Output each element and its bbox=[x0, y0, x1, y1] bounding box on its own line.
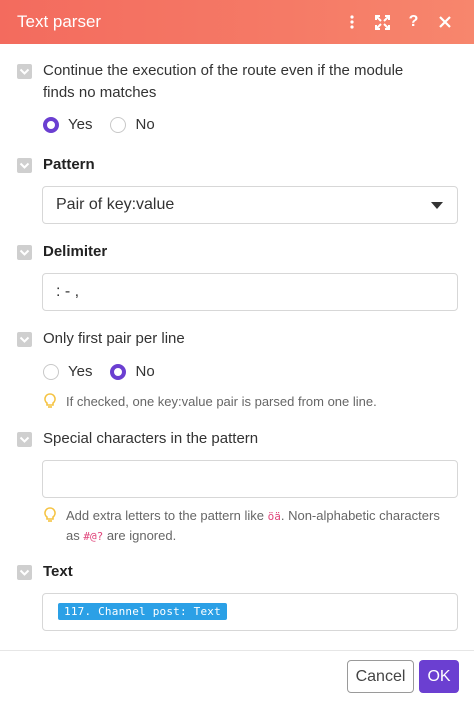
help-icon[interactable]: ? bbox=[398, 7, 429, 37]
first-pair-hint-text: If checked, one key:value pair is parsed… bbox=[66, 394, 377, 409]
pattern-section-toggle[interactable] bbox=[17, 158, 32, 173]
more-vertical-icon[interactable] bbox=[336, 7, 367, 37]
continue-yes-radio[interactable] bbox=[43, 116, 59, 133]
ok-button[interactable]: OK bbox=[419, 660, 459, 693]
continue-section-toggle[interactable] bbox=[17, 64, 32, 79]
expand-icon[interactable] bbox=[367, 7, 398, 37]
special-chars-input[interactable] bbox=[42, 460, 458, 498]
delimiter-input[interactable]: : - , bbox=[42, 273, 458, 311]
first-pair-radio-group: Yes No bbox=[43, 363, 173, 380]
first-pair-yes-label[interactable]: Yes bbox=[68, 363, 92, 380]
lightbulb-icon bbox=[44, 393, 56, 414]
first-pair-no-radio[interactable] bbox=[110, 363, 127, 380]
module-title: Text parser bbox=[17, 12, 102, 31]
first-pair-section-toggle[interactable] bbox=[17, 332, 32, 347]
cancel-button[interactable]: Cancel bbox=[347, 660, 414, 693]
continue-yes-label[interactable]: Yes bbox=[68, 116, 92, 133]
module-header: Text parser ? bbox=[0, 0, 474, 44]
first-pair-yes-radio[interactable] bbox=[43, 363, 59, 380]
mapped-variable-pill[interactable]: 117. Channel post: Text bbox=[58, 603, 227, 620]
text-input[interactable]: 117. Channel post: Text bbox=[42, 593, 458, 631]
lightbulb-icon bbox=[44, 507, 56, 528]
continue-radio-group: Yes No bbox=[43, 116, 173, 133]
continue-label: Continue the execution of the route even… bbox=[43, 62, 404, 101]
delimiter-section-toggle[interactable] bbox=[17, 245, 32, 260]
continue-no-label[interactable]: No bbox=[135, 116, 154, 133]
special-chars-section-toggle[interactable] bbox=[17, 432, 32, 447]
pattern-label: Pattern bbox=[43, 156, 95, 173]
special-chars-hint-text: Add extra letters to the pattern like öä… bbox=[66, 508, 440, 543]
delimiter-input-value: : - , bbox=[56, 283, 80, 300]
first-pair-label: Only first pair per line bbox=[43, 330, 185, 347]
close-icon[interactable] bbox=[429, 7, 460, 37]
delimiter-label: Delimiter bbox=[43, 243, 108, 260]
continue-no-radio[interactable] bbox=[110, 116, 127, 133]
special-chars-label: Special characters in the pattern bbox=[43, 430, 259, 447]
pattern-select[interactable]: Pair of key:value bbox=[42, 186, 458, 224]
header-actions: ? bbox=[336, 0, 460, 44]
text-section-toggle[interactable] bbox=[17, 565, 32, 580]
pattern-select-value: Pair of key:value bbox=[56, 196, 175, 213]
caret-down-icon bbox=[431, 202, 443, 209]
text-label: Text bbox=[43, 563, 73, 580]
first-pair-no-label[interactable]: No bbox=[135, 363, 154, 380]
